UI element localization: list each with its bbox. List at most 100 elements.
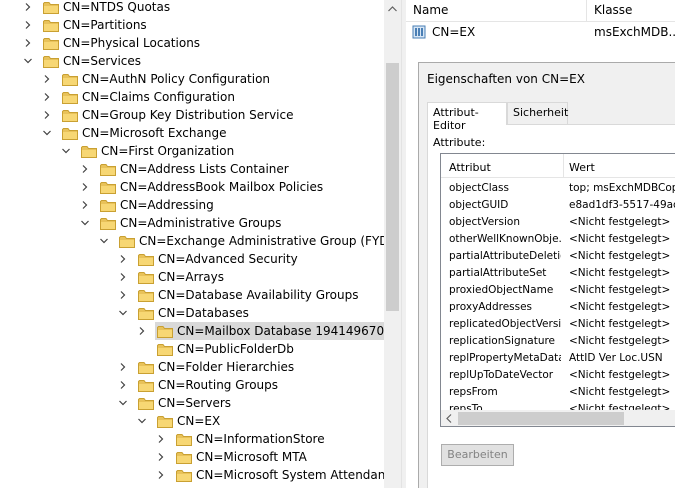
attribute-name: partialAttributeDeletio...: [449, 250, 561, 262]
tree-item[interactable]: CN=First Organization: [62, 142, 237, 160]
tree-item[interactable]: CN=Arrays: [120, 268, 227, 286]
chevron-down-icon[interactable]: [61, 146, 71, 156]
tree-item[interactable]: CN=AddressBook Mailbox Policies: [82, 178, 326, 196]
tree-item[interactable]: CN=Exchange Administrative Group (FYDIBO…: [100, 232, 384, 250]
tree-item[interactable]: CN=InformationStore: [158, 430, 328, 448]
attribute-name: otherWellKnownObje...: [449, 233, 561, 245]
chevron-right-icon[interactable]: [42, 110, 52, 120]
chevron-right-icon[interactable]: [118, 254, 128, 264]
chevron-right-icon[interactable]: [80, 164, 90, 174]
tree-item[interactable]: CN=Mailbox Database 1941496705: [139, 322, 384, 340]
scroll-left-icon[interactable]: [443, 412, 455, 425]
tree-item[interactable]: CN=EX: [138, 412, 223, 430]
object-icon: [412, 25, 426, 42]
tab-security[interactable]: Sicherheit: [507, 102, 568, 124]
chevron-right-icon[interactable]: [80, 200, 90, 210]
scroll-up-icon[interactable]: [384, 0, 401, 17]
chevron-right-icon[interactable]: [118, 272, 128, 282]
column-separator[interactable]: [586, 0, 587, 22]
attribute-list[interactable]: Attribut Wert objectClass top; msExchMDBC…: [440, 153, 675, 427]
chevron-right-icon[interactable]: [118, 380, 128, 390]
attribute-value: <Nicht festgelegt>: [569, 318, 671, 330]
tree-item[interactable]: CN=Routing Groups: [120, 376, 281, 394]
table-row[interactable]: replicatedObjectVersion <Nicht festgelegt…: [441, 316, 675, 333]
chevron-down-icon[interactable]: [118, 398, 128, 408]
folder-icon: [138, 289, 154, 302]
tree-item[interactable]: CN=NTDS Quotas: [25, 0, 173, 16]
tree-item[interactable]: CN=PublicFolderDb: [155, 340, 297, 358]
chevron-right-icon[interactable]: [23, 2, 33, 12]
tree-vertical-scrollbar[interactable]: [384, 0, 401, 488]
tree-item[interactable]: CN=Administrative Groups: [81, 214, 284, 232]
chevron-down-icon[interactable]: [118, 308, 128, 318]
chevron-right-icon[interactable]: [118, 290, 128, 300]
tree-item[interactable]: CN=Address Lists Container: [82, 160, 292, 178]
tree-item[interactable]: CN=Services: [24, 52, 144, 70]
tree-item[interactable]: CN=Microsoft Exchange: [43, 124, 229, 142]
edit-button[interactable]: Bearbeiten: [441, 444, 514, 466]
table-row[interactable]: proxiedObjectName <Nicht festgelegt>: [441, 282, 675, 299]
tree-item-label: CN=Administrative Groups: [120, 216, 282, 230]
chevron-right-icon[interactable]: [42, 74, 52, 84]
chevron-right-icon[interactable]: [23, 20, 33, 30]
table-row[interactable]: objectGUID e8ad1df3-5517-49ac-9: [441, 197, 675, 214]
table-row[interactable]: partialAttributeDeletio... <Nicht festgel…: [441, 248, 675, 265]
table-row[interactable]: replPropertyMetaData AttID Ver Loc.USN: [441, 350, 675, 367]
tree-item-label: CN=AuthN Policy Configuration: [82, 72, 271, 86]
chevron-down-icon[interactable]: [80, 218, 90, 228]
tree-item[interactable]: CN=Database Availability Groups: [120, 286, 362, 304]
chevron-right-icon[interactable]: [137, 326, 147, 336]
chevron-down-icon[interactable]: [23, 56, 33, 66]
chevron-right-icon[interactable]: [156, 470, 166, 480]
tree-item[interactable]: CN=Physical Locations: [25, 34, 203, 52]
table-row[interactable]: replUpToDateVector <Nicht festgelegt>: [441, 367, 675, 384]
scroll-thumb[interactable]: [386, 63, 399, 311]
column-value[interactable]: Wert: [569, 161, 595, 174]
chevron-right-icon[interactable]: [23, 38, 33, 48]
table-row[interactable]: partialAttributeSet <Nicht festgelegt>: [441, 265, 675, 282]
table-row[interactable]: objectVersion <Nicht festgelegt>: [441, 214, 675, 231]
attribute-horizontal-scrollbar[interactable]: [441, 410, 675, 426]
table-row[interactable]: proxyAddresses <Nicht festgelegt>: [441, 299, 675, 316]
list-item[interactable]: CN=EX msExchMDB...: [406, 23, 675, 41]
tree-item[interactable]: CN=Claims Configuration: [44, 88, 238, 106]
tree-item[interactable]: CN=Servers: [119, 394, 234, 412]
folder-icon: [81, 145, 97, 158]
column-attribute[interactable]: Attribut: [449, 161, 491, 174]
list-header: Name Klasse: [406, 0, 675, 22]
attribute-name: proxiedObjectName: [449, 284, 554, 296]
chevron-down-icon[interactable]: [99, 236, 109, 246]
column-class[interactable]: Klasse: [594, 3, 632, 17]
attribute-name: objectVersion: [449, 216, 520, 228]
tree-item[interactable]: CN=AuthN Policy Configuration: [44, 70, 273, 88]
attribute-value: <Nicht festgelegt>: [569, 284, 671, 296]
table-row[interactable]: repsFrom <Nicht festgelegt>: [441, 384, 675, 401]
tree-item[interactable]: CN=Advanced Security: [120, 250, 301, 268]
tree-item[interactable]: CN=Microsoft System Attendant: [158, 466, 384, 484]
tree-item-label: CN=AddressBook Mailbox Policies: [120, 180, 324, 194]
chevron-right-icon[interactable]: [80, 182, 90, 192]
chevron-down-icon[interactable]: [42, 128, 52, 138]
column-separator[interactable]: [563, 154, 564, 178]
list-item-class: msExchMDB...: [594, 25, 675, 39]
table-row[interactable]: replicationSignature <Nicht festgelegt>: [441, 333, 675, 350]
chevron-down-icon[interactable]: [137, 416, 147, 426]
tree-item-label: CN=Folder Hierarchies: [158, 360, 295, 374]
tree-item[interactable]: CN=Databases: [119, 304, 252, 322]
tree-item[interactable]: CN=Addressing: [82, 196, 217, 214]
tree-item[interactable]: CN=Folder Hierarchies: [120, 358, 297, 376]
properties-dialog: Eigenschaften von CN=EX Attribut-Editor …: [418, 62, 675, 488]
chevron-right-icon[interactable]: [118, 362, 128, 372]
tab-attribute-editor[interactable]: Attribut-Editor: [427, 102, 507, 132]
tree-item[interactable]: CN=Group Key Distribution Service: [44, 106, 297, 124]
tree-item[interactable]: CN=Partitions: [25, 16, 150, 34]
scroll-thumb[interactable]: [458, 412, 624, 425]
column-name[interactable]: Name: [413, 3, 448, 17]
chevron-right-icon[interactable]: [156, 434, 166, 444]
chevron-right-icon[interactable]: [156, 452, 166, 462]
table-row[interactable]: objectClass top; msExchMDBCopy: [441, 180, 675, 197]
table-row[interactable]: otherWellKnownObje... <Nicht festgelegt>: [441, 231, 675, 248]
tree-item[interactable]: CN=Microsoft MTA: [158, 448, 310, 466]
chevron-right-icon[interactable]: [42, 92, 52, 102]
tree-view[interactable]: CN=NTDS Quotas CN=Partitions CN=Physical L…: [0, 0, 384, 488]
